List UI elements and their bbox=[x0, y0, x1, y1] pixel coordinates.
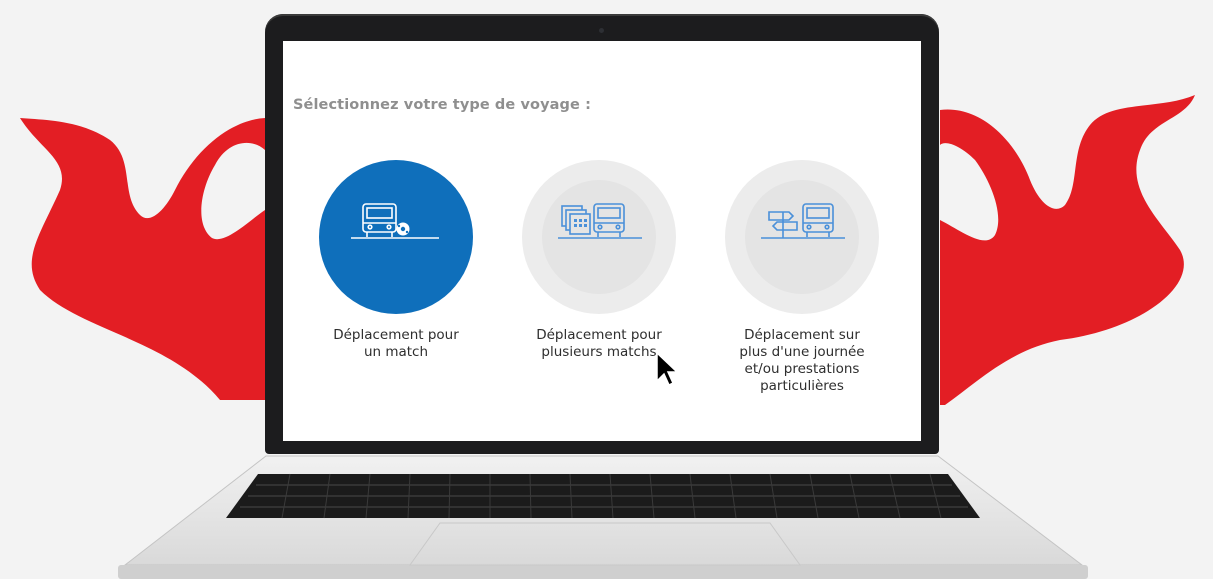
option-circle[interactable] bbox=[522, 160, 676, 314]
option-multi-day[interactable]: Déplacement sur plus d'une journée et/ou… bbox=[702, 160, 902, 395]
bus-signpost-icon bbox=[761, 203, 845, 239]
mouse-cursor-icon bbox=[656, 351, 679, 387]
page-title: Sélectionnez votre type de voyage : bbox=[293, 97, 592, 113]
option-multiple-matches[interactable]: Déplacement pour plusieurs matchs bbox=[499, 160, 699, 361]
option-single-match[interactable]: Déplacement pour un match bbox=[296, 160, 496, 361]
option-label: Déplacement pour un match bbox=[333, 327, 459, 360]
bus-calendar-icon bbox=[558, 203, 642, 239]
option-circle[interactable] bbox=[725, 160, 879, 314]
laptop-screen: Sélectionnez votre type de voyage : Dépl… bbox=[283, 41, 921, 441]
option-label: Déplacement sur plus d'une journée et/ou… bbox=[739, 327, 865, 394]
option-circle-selected[interactable] bbox=[319, 160, 473, 314]
bus-football-icon bbox=[351, 203, 439, 239]
